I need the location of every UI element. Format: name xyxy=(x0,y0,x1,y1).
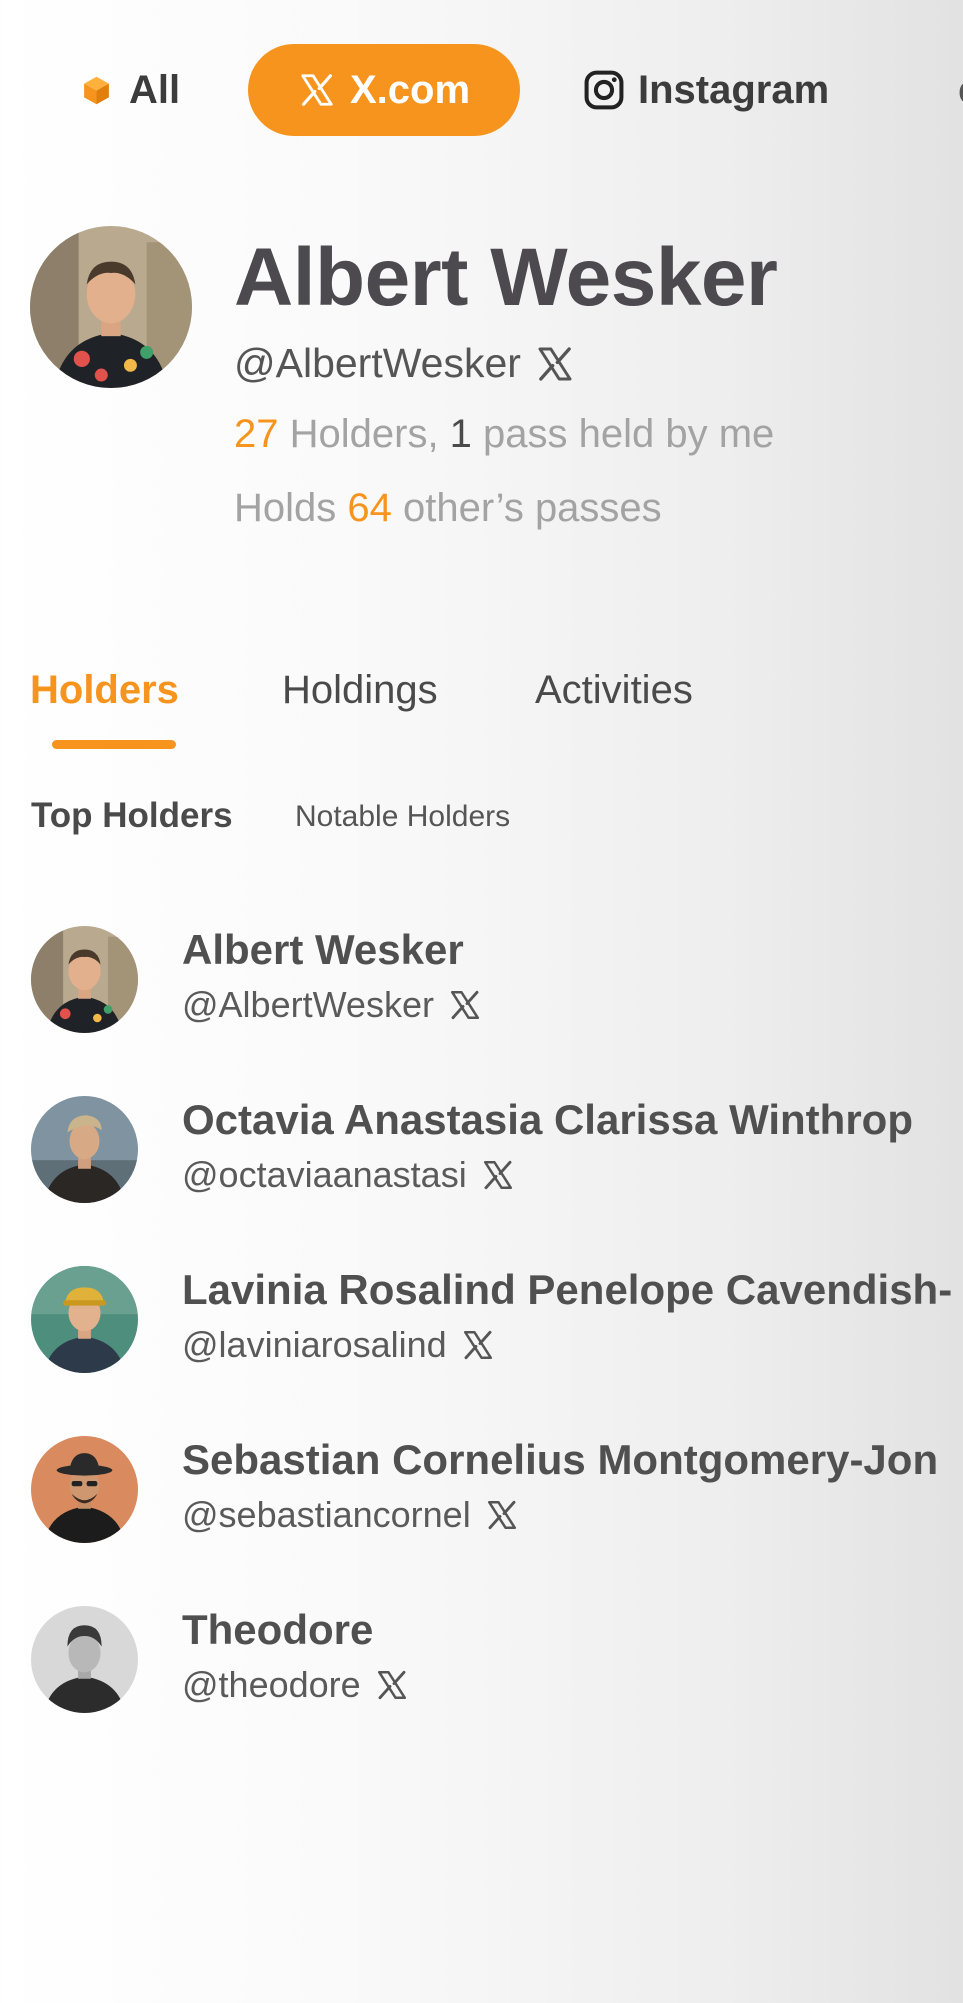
holder-name: Theodore xyxy=(182,1606,374,1653)
x-logo-icon xyxy=(301,74,333,106)
tab-holders[interactable]: Holders xyxy=(30,668,179,713)
holdings-stat: Holds 64 other’s passes xyxy=(234,486,662,531)
profile-name: Albert Wesker xyxy=(234,232,778,323)
avatar xyxy=(31,1436,138,1543)
holder-row[interactable]: Lavinia Rosalind Penelope Cavendish- @la… xyxy=(0,1266,963,1386)
holder-name: Octavia Anastasia Clarissa Winthrop xyxy=(182,1096,913,1143)
avatar xyxy=(31,1096,138,1203)
holds-count: 64 xyxy=(347,486,392,530)
x-logo-icon xyxy=(450,990,479,1020)
subtab-notable-holders[interactable]: Notable Holders xyxy=(295,800,510,834)
holder-handle: @octaviaanastasi xyxy=(182,1154,467,1195)
holder-handle-row: @octaviaanastasi xyxy=(182,1154,515,1196)
holder-handle-row: @sebastiancornel xyxy=(182,1494,519,1536)
platform-tab-x-label: X.com xyxy=(349,67,471,112)
holder-handle: @theodore xyxy=(182,1664,361,1705)
holder-row[interactable]: Sebastian Cornelius Montgomery-Jon @seba… xyxy=(0,1436,963,1556)
passes-held-text: pass held by me xyxy=(471,412,775,456)
x-logo-icon xyxy=(483,1160,512,1190)
holder-handle: @sebastiancornel xyxy=(182,1494,471,1535)
platform-tab-bar: All X.com Instagram c xyxy=(0,44,963,136)
platform-tab-all-label: All xyxy=(129,67,181,112)
holder-handle-row: @theodore xyxy=(182,1664,409,1706)
active-tab-indicator xyxy=(52,740,176,749)
platform-tab-instagram[interactable]: Instagram xyxy=(582,44,829,136)
platform-tab-instagram-label: Instagram xyxy=(638,67,830,112)
tab-activities[interactable]: Activities xyxy=(535,668,693,713)
subtab-top-holders[interactable]: Top Holders xyxy=(31,796,233,836)
holder-handle-row: @laviniarosalind xyxy=(182,1324,495,1366)
holders-stat: 27 Holders, 1 pass held by me xyxy=(234,412,774,457)
holder-handle: @AlbertWesker xyxy=(182,984,434,1025)
holder-name: Sebastian Cornelius Montgomery-Jon xyxy=(182,1436,939,1483)
holder-row[interactable]: Octavia Anastasia Clarissa Winthrop @oct… xyxy=(0,1096,963,1216)
holder-handle: @laviniarosalind xyxy=(182,1324,447,1365)
holder-row[interactable]: Albert Wesker @AlbertWesker xyxy=(0,926,963,1046)
tab-holdings[interactable]: Holdings xyxy=(282,668,438,713)
passes-held-count: 1 xyxy=(449,412,472,456)
platform-tab-more[interactable]: c xyxy=(958,44,963,136)
holds-prefix: Holds xyxy=(234,486,348,530)
platform-tab-x[interactable]: X.com xyxy=(248,44,520,136)
x-logo-icon xyxy=(377,1670,406,1700)
holder-name: Albert Wesker xyxy=(182,926,464,973)
avatar xyxy=(31,926,138,1033)
holds-suffix: other’s passes xyxy=(391,486,662,530)
platform-tab-more-label: c xyxy=(958,68,963,113)
profile-handle-row[interactable]: @AlbertWesker xyxy=(234,340,575,387)
x-logo-icon xyxy=(538,346,572,381)
platform-tab-all[interactable]: All xyxy=(80,44,180,136)
profile-avatar xyxy=(30,226,192,388)
x-logo-icon xyxy=(463,1330,492,1360)
holders-count: 27 xyxy=(234,412,279,456)
avatar xyxy=(31,1266,138,1373)
cube-icon xyxy=(84,76,109,104)
holder-name: Lavinia Rosalind Penelope Cavendish- xyxy=(182,1266,953,1313)
x-logo-icon xyxy=(487,1500,516,1530)
profile-handle: @AlbertWesker xyxy=(234,340,521,386)
instagram-icon xyxy=(584,70,624,110)
holder-row[interactable]: Theodore @theodore xyxy=(0,1606,963,1726)
holders-text: Holders, xyxy=(278,412,450,456)
avatar xyxy=(31,1606,138,1713)
holder-handle-row: @AlbertWesker xyxy=(182,984,482,1026)
